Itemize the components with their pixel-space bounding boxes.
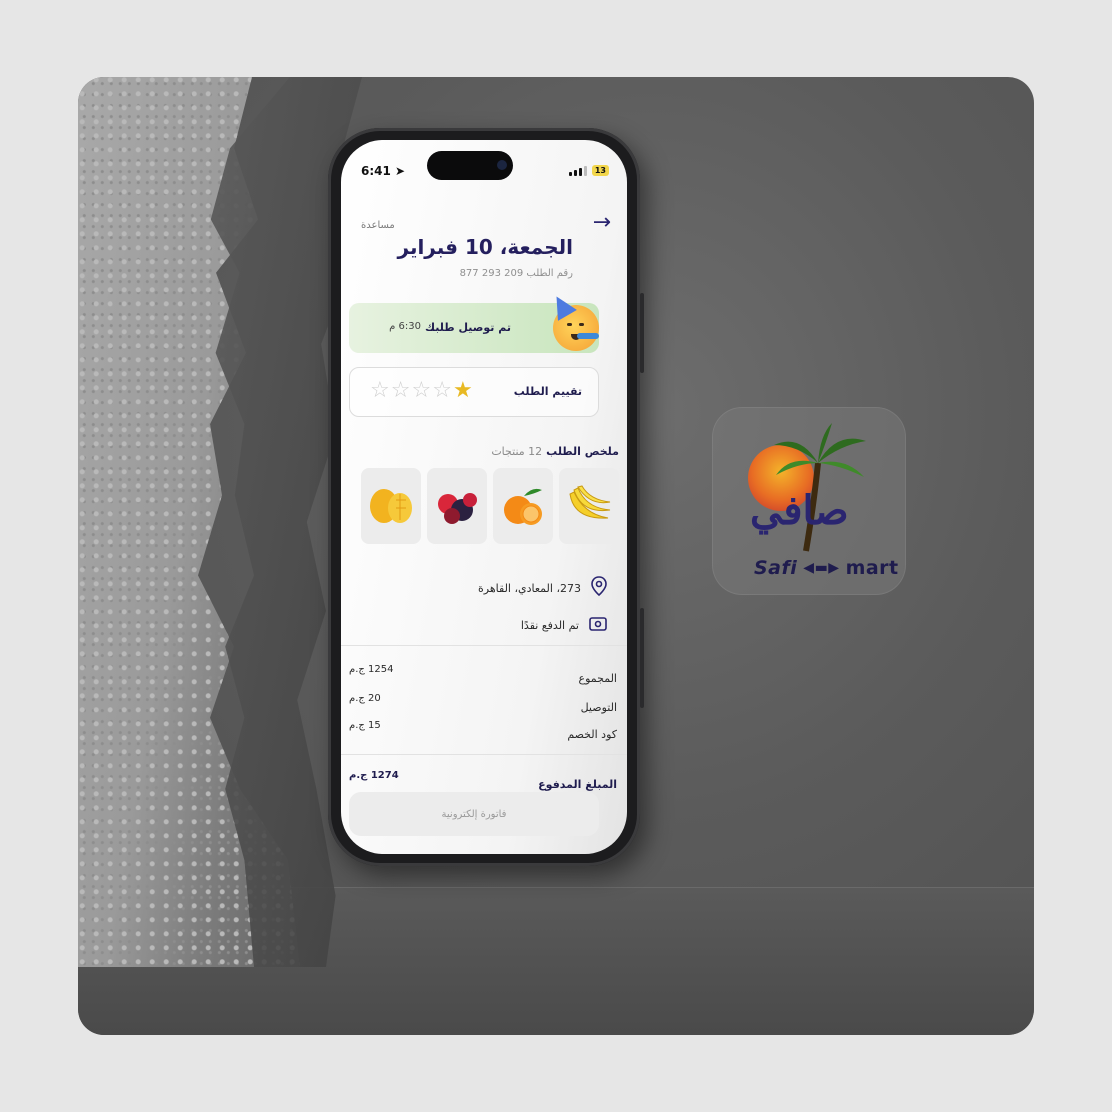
discount-label: كود الخصم <box>567 728 617 741</box>
rating-label: تقييم الطلب <box>513 385 582 398</box>
payment-row: تم الدفع نقدًا <box>521 616 607 635</box>
product-strip[interactable] <box>341 468 627 544</box>
discount-value: 15 ج.م <box>349 720 381 731</box>
party-face-icon <box>553 305 599 351</box>
subtotal-value: 1254 ج.م <box>349 664 394 675</box>
app-logo-tile: صافي Safi ◀▬▶ mart <box>712 407 906 595</box>
address-text: 273، المعادي، القاهرة <box>478 581 581 595</box>
divider <box>341 645 627 646</box>
star-rating[interactable]: ★ ☆ ☆ ☆ ☆ <box>370 378 473 403</box>
cash-icon <box>589 616 607 635</box>
address-row: 273، المعادي، القاهرة <box>478 576 607 600</box>
e-invoice-button[interactable]: فاتورة إلكترونية <box>349 792 599 836</box>
product-oranges[interactable] <box>493 468 553 544</box>
page-title: الجمعة، 10 فبراير <box>397 235 574 259</box>
payment-text: تم الدفع نقدًا <box>520 619 579 632</box>
star-icon[interactable]: ☆ <box>391 378 411 403</box>
side-button <box>640 608 644 708</box>
product-berries[interactable] <box>427 468 487 544</box>
star-icon[interactable]: ☆ <box>432 378 452 403</box>
order-summary-heading: ملخص الطلب12 منتجات <box>491 445 619 458</box>
subtotal-label: المجموع <box>578 672 617 685</box>
signal-icon <box>568 165 587 176</box>
location-pin-icon <box>591 576 607 600</box>
summary-label: ملخص الطلب <box>546 445 619 458</box>
product-bananas[interactable] <box>559 468 619 544</box>
product-mangoes[interactable] <box>361 468 421 544</box>
battery-icon: 13 <box>591 165 609 176</box>
delivery-status-banner: تم توصيل طلبك 6:30 م <box>349 303 599 353</box>
phone-device: 6:41 ➤ 13 مساعدة → الجمعة، 10 فبراير رقم… <box>328 128 644 866</box>
dynamic-island <box>427 151 513 180</box>
star-icon[interactable]: ☆ <box>411 378 431 403</box>
delivery-fee-label: التوصيل <box>580 701 617 714</box>
delivery-time: 6:30 م <box>389 321 421 332</box>
status-indicators: 13 <box>568 165 609 176</box>
location-arrow-icon: ➤ <box>395 164 406 178</box>
orange-icon <box>504 488 542 525</box>
swap-arrows-icon: ◀▬▶ <box>803 560 840 576</box>
delivery-status-text: تم توصيل طلبك <box>425 321 511 334</box>
side-button <box>640 293 644 373</box>
camera-icon <box>497 160 507 170</box>
arrow-right-icon[interactable]: → <box>593 210 611 235</box>
brand-safi-text: Safi <box>754 557 798 579</box>
amount-paid-value: 1274 ج.م <box>349 770 399 781</box>
delivery-fee-value: 20 ج.م <box>349 693 381 704</box>
product-count: 12 منتجات <box>491 445 543 458</box>
status-time: 6:41 ➤ <box>361 164 406 178</box>
amount-paid-label: المبلغ المدفوع <box>538 778 617 791</box>
brand-mart-text: mart <box>845 557 899 579</box>
brand-arabic-name: صافي <box>750 487 849 534</box>
app-screen: 6:41 ➤ 13 مساعدة → الجمعة، 10 فبراير رقم… <box>341 140 627 854</box>
star-icon[interactable]: ★ <box>453 378 473 403</box>
order-number: رقم الطلب 209 293 877 <box>459 268 573 279</box>
star-icon[interactable]: ☆ <box>370 378 390 403</box>
help-link[interactable]: مساعدة <box>361 220 395 231</box>
order-rating-card: تقييم الطلب ★ ☆ ☆ ☆ ☆ <box>349 367 599 417</box>
divider <box>341 754 627 755</box>
banana-icon <box>569 485 611 519</box>
berries-icon <box>438 493 477 524</box>
brand-latin-name: Safi ◀▬▶ mart <box>754 557 899 579</box>
mango-icon <box>370 489 412 523</box>
